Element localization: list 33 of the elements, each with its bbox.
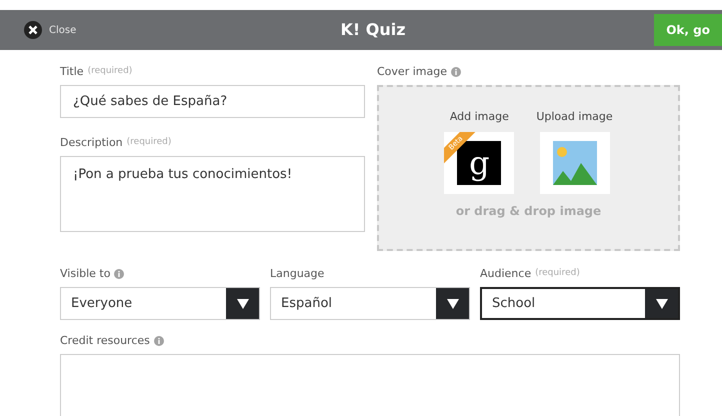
upload-image-button[interactable] [540, 132, 610, 194]
close-icon [24, 21, 42, 39]
caret-icon [236, 298, 248, 308]
field-label: Cover image [377, 64, 447, 80]
landscape-icon [552, 140, 596, 184]
description-field[interactable]: ¡Pon a prueba tus conocimientos! [60, 156, 365, 232]
dropdown[interactable]: School [480, 287, 680, 320]
title-field[interactable]: ¿Qué sabes de España? [60, 85, 365, 118]
option-label: Add image [450, 109, 509, 125]
drop-hint: or drag & drop image [456, 202, 602, 220]
window-title: K! Quiz [340, 19, 406, 41]
dropdown[interactable]: Español [270, 287, 470, 320]
required-hint: (required) [535, 267, 580, 280]
field-label: Description [60, 134, 123, 151]
close-button[interactable]: Close [24, 21, 144, 39]
required-hint: (required) [88, 65, 132, 78]
field-label: Language [270, 266, 324, 282]
info-icon[interactable] [114, 269, 124, 279]
field-label: Title [60, 64, 84, 80]
field-label: Visible to [60, 266, 110, 282]
credit-resources-field[interactable] [60, 354, 680, 416]
required-hint: (required) [126, 136, 172, 150]
caret-icon [656, 298, 668, 308]
info-icon[interactable] [450, 67, 461, 77]
field-label: Credit resources [60, 332, 150, 349]
caret-icon [446, 298, 458, 308]
option-label: Upload image [536, 109, 613, 125]
dropdown-value: School [491, 294, 536, 313]
dropdown-value: Everyone [70, 294, 134, 313]
dropdown[interactable]: Everyone [60, 287, 260, 320]
field-label: Audience [480, 266, 532, 282]
dropdown-value: Español [280, 294, 334, 313]
info-icon[interactable] [154, 336, 164, 346]
